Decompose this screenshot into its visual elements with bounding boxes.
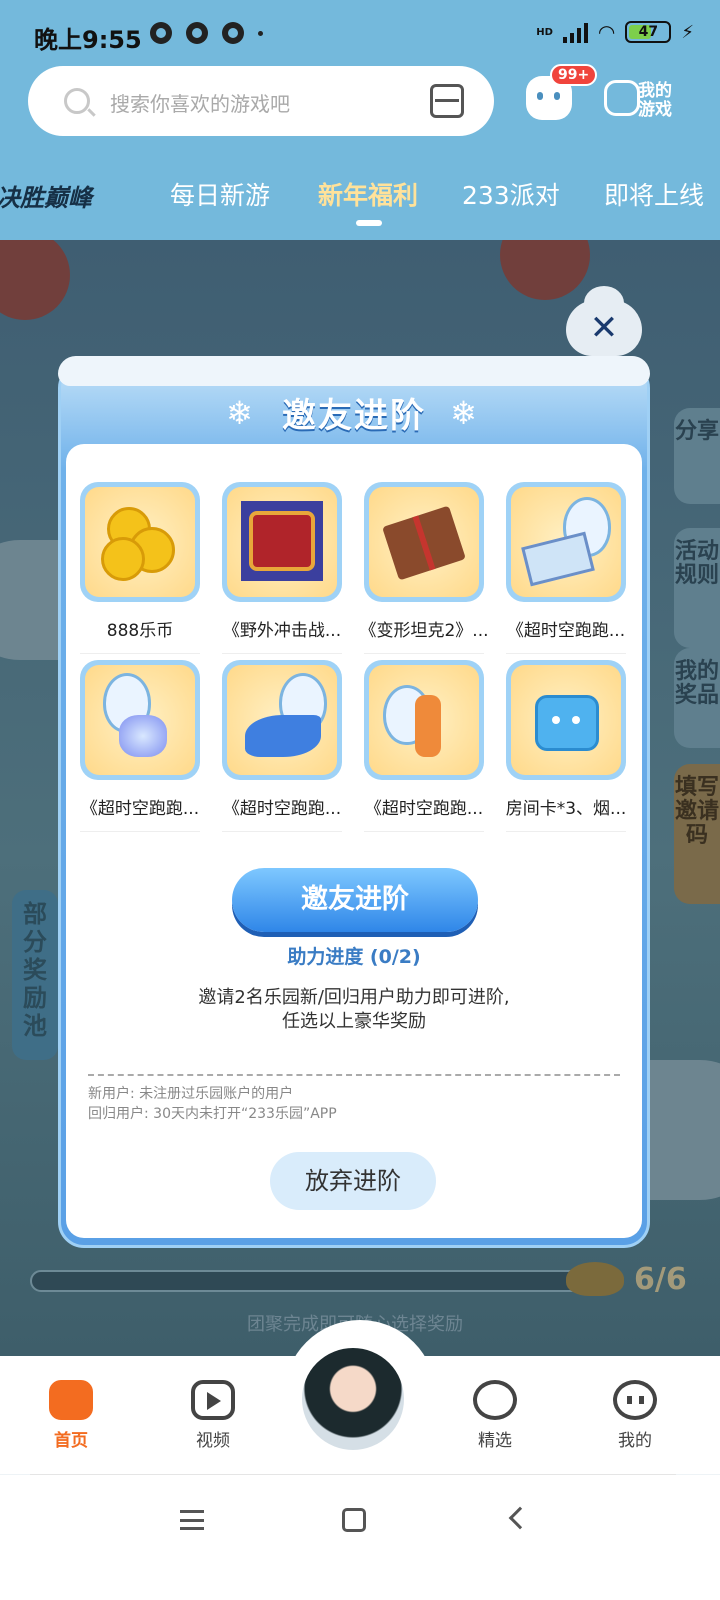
charging-icon: ⚡ [681, 21, 694, 43]
wifi-icon: ◠ [597, 20, 616, 44]
search-bar[interactable]: 搜索你喜欢的游戏吧 [28, 66, 494, 136]
status-right: HD ◠ 47 ⚡ [536, 20, 694, 44]
nav-profile[interactable]: 我的 [590, 1380, 680, 1451]
search-icon [64, 88, 90, 114]
notification-icons [150, 22, 263, 44]
close-icon[interactable]: ✕ [586, 310, 622, 346]
treasure-chest-icon [227, 487, 337, 597]
reward-item[interactable]: 《超时空跑跑... [364, 660, 484, 832]
snowflake-icon: ❄ [450, 394, 477, 432]
reward-item[interactable]: 《超时空跑跑... [506, 482, 626, 654]
side-tab-rules[interactable]: 活动规则 [674, 528, 720, 648]
reunion-progress-bar [30, 1270, 620, 1292]
reward-label: 《变形坦克2》... [359, 621, 489, 641]
note-returning-user: 回归用户: 30天内未打开“233乐园”APP [88, 1106, 337, 1122]
status-time: 晚上9:55 [34, 26, 142, 54]
tab-new-year[interactable]: 新年福利 [318, 176, 418, 212]
reward-item[interactable]: 888乐币 [80, 482, 200, 654]
divider [88, 1074, 620, 1076]
reward-pool-tab[interactable]: 部分奖励池 [12, 890, 58, 1060]
gamepad-icon [49, 1380, 93, 1420]
tab-daily-new[interactable]: 每日新游 [170, 176, 270, 212]
message-badge: 99+ [550, 64, 598, 86]
reward-label: 《超时空跑跑... [364, 799, 484, 819]
nav-home[interactable]: 首页 [26, 1380, 116, 1451]
system-nav-bar [0, 1475, 720, 1600]
reward-label: 888乐币 [106, 621, 174, 641]
egg-gem-icon [85, 665, 195, 775]
reunion-progress-count: 6/6 [634, 1262, 687, 1297]
battery-icon: 47 [625, 21, 672, 43]
egg-shell-icon [227, 665, 337, 775]
side-tab-invite-code[interactable]: 填写邀请码 [674, 764, 720, 904]
user-definitions: 新用户: 未注册过乐园账户的用户 回归用户: 30天内未打开“233乐园”APP [88, 1084, 337, 1124]
notification-icon [222, 22, 244, 44]
nav-video[interactable]: 视频 [168, 1380, 258, 1451]
reward-label: 《超时空跑跑... [80, 799, 200, 819]
nav-label: 精选 [478, 1431, 512, 1451]
invite-description: 邀请2名乐园新/回归用户助力即可进阶, 任选以上豪华奖励 [66, 986, 642, 1034]
nav-label: 视频 [196, 1431, 230, 1451]
avatar[interactable] [298, 1344, 408, 1454]
egg-potion-icon [369, 665, 479, 775]
reward-label: 房间卡*3、烟... [505, 799, 627, 819]
notification-icon [150, 22, 172, 44]
reward-item[interactable]: 《超时空跑跑... [222, 660, 342, 832]
signal-icon [562, 21, 588, 43]
snow-edge-decoration [58, 356, 650, 386]
play-icon [191, 1380, 235, 1420]
egg-book-icon [511, 487, 621, 597]
reward-label: 《超时空跑跑... [222, 799, 342, 819]
reward-item[interactable]: 《超时空跑跑... [80, 660, 200, 832]
side-tab-share[interactable]: 分享 [674, 408, 720, 504]
reward-item[interactable]: 房间卡*3、烟... [506, 660, 626, 832]
side-tab-my-prizes[interactable]: 我的奖品 [674, 648, 720, 748]
top-header: 晚上9:55 HD ◠ 47 ⚡ 搜索你喜欢的游戏吧 99+ 我的游戏 决胜巅峰… [0, 0, 720, 240]
give-up-button[interactable]: 放弃进阶 [270, 1152, 436, 1210]
network-type: HD [536, 26, 553, 38]
heart-icon [473, 1380, 517, 1420]
reward-item[interactable]: 《野外冲击战... [222, 482, 342, 654]
lantern-decoration [500, 240, 590, 300]
my-games-label[interactable]: 我的游戏 [638, 82, 678, 120]
face-icon [613, 1380, 657, 1420]
notification-icon [186, 22, 208, 44]
recent-apps-icon[interactable] [180, 1510, 204, 1530]
nav-featured[interactable]: 精选 [450, 1380, 540, 1451]
lantern-decoration [0, 240, 70, 320]
status-bar: 晚上9:55 HD ◠ 47 ⚡ [0, 0, 720, 64]
gold-ingot-icon [566, 1262, 624, 1296]
assist-progress: 助力进度 (0/2) [287, 946, 421, 968]
my-games-icon[interactable] [604, 80, 640, 116]
tab-brand[interactable]: 决胜巅峰 [0, 178, 92, 213]
coins-icon [85, 487, 195, 597]
more-dot-icon [258, 31, 263, 36]
category-tabs: 决胜巅峰 每日新游 新年福利 233派对 即将上线 [0, 176, 720, 216]
invite-advance-button[interactable]: 邀友进阶 [232, 868, 478, 932]
search-placeholder: 搜索你喜欢的游戏吧 [110, 92, 290, 116]
gift-box-icon [369, 487, 479, 597]
tab-party[interactable]: 233派对 [462, 176, 560, 212]
modal-title: 邀友进阶 [282, 396, 426, 436]
note-new-user: 新用户: 未注册过乐园账户的用户 [88, 1086, 294, 1102]
reward-label: 《野外冲击战... [222, 621, 342, 641]
nav-label: 首页 [54, 1431, 88, 1451]
tab-coming-soon[interactable]: 即将上线 [604, 176, 704, 212]
active-tab-indicator [356, 220, 382, 226]
nav-label: 我的 [618, 1431, 652, 1451]
reward-item[interactable]: 《变形坦克2》... [359, 482, 489, 654]
scan-icon[interactable] [430, 84, 464, 118]
description-line: 邀请2名乐园新/回归用户助力即可进阶, [198, 987, 510, 1008]
description-line: 任选以上豪华奖励 [282, 1011, 426, 1032]
home-icon[interactable] [342, 1508, 366, 1532]
room-card-box-icon [511, 665, 621, 775]
reward-label: 《超时空跑跑... [506, 621, 626, 641]
